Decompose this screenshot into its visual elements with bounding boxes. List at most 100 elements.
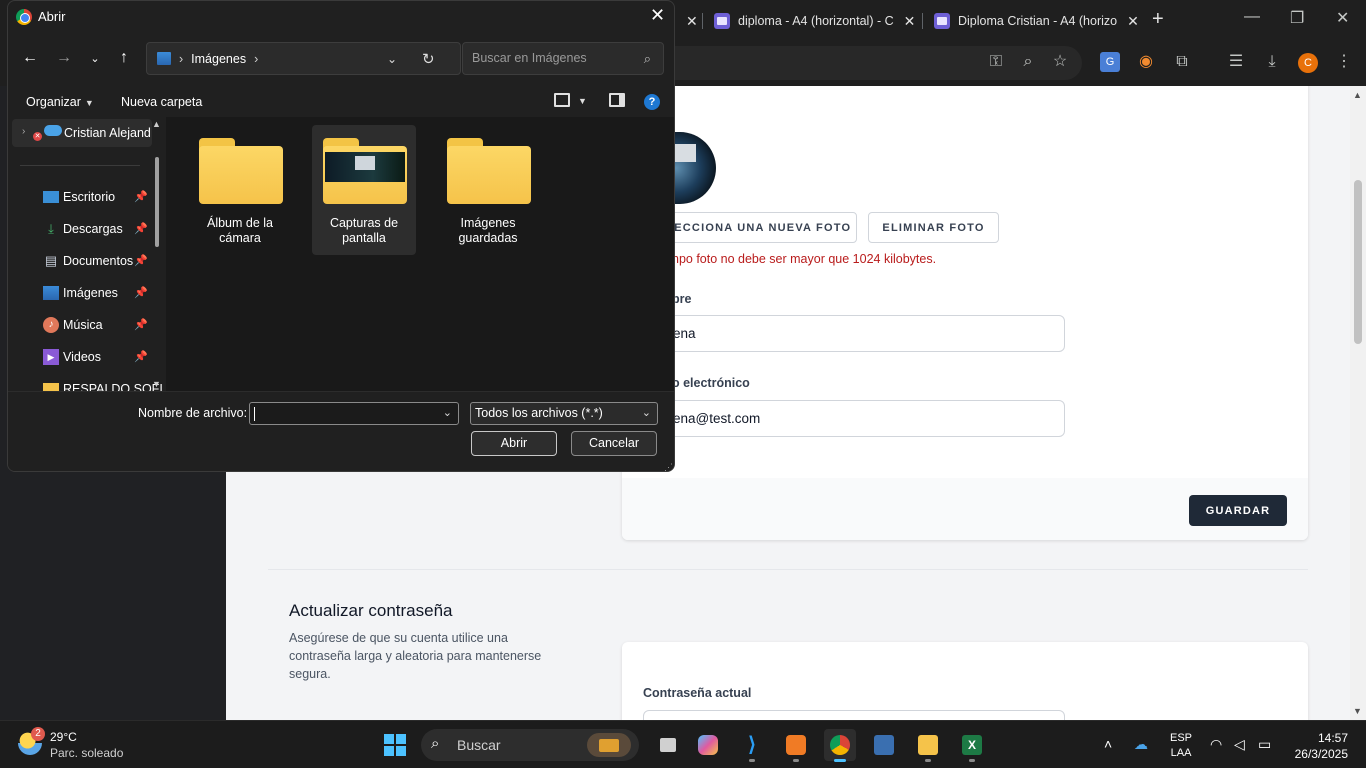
extension-icon[interactable]: ◉ (1136, 52, 1156, 72)
sidebar-item-imagenes[interactable]: Imágenes 📌 (8, 279, 158, 307)
filename-input[interactable]: ⌄ (249, 402, 459, 425)
avatar[interactable]: C (1298, 53, 1318, 73)
pin-icon[interactable]: 📌 (134, 222, 148, 235)
sidebar-item-descargas[interactable]: ⤓ Descargas 📌 (8, 215, 158, 243)
media-icon[interactable]: ☰ (1226, 52, 1246, 72)
dialog-footer: Nombre de archivo: ⌄ Todos los archivos … (8, 391, 674, 471)
language-indicator[interactable]: ESP LAA (1170, 731, 1192, 761)
pin-icon[interactable]: 📌 (134, 254, 148, 267)
tab-diploma[interactable]: diploma - A4 (horizontal) - C ✕ (714, 6, 915, 36)
scrollbar-thumb[interactable] (155, 157, 159, 247)
scroll-up-icon[interactable]: ▲ (152, 119, 161, 129)
weather-condition[interactable]: Parc. soleado (50, 746, 123, 760)
close-icon[interactable]: ✕ (904, 13, 916, 30)
file-explorer-button[interactable] (912, 729, 944, 762)
preview-pane-icon[interactable] (609, 93, 625, 107)
sidebar-item-escritorio[interactable]: Escritorio 📌 (8, 183, 158, 211)
start-button[interactable] (384, 734, 406, 756)
search-placeholder: Buscar (457, 737, 501, 753)
up-icon[interactable]: ↑ (114, 49, 134, 67)
scroll-down-icon[interactable]: ▼ (1353, 706, 1362, 716)
page-scrollbar[interactable]: ▲ ▼ (1350, 86, 1366, 720)
folder-album-camara[interactable]: Álbum de la cámara (188, 125, 292, 255)
close-icon[interactable]: ✕ (1127, 13, 1139, 30)
pin-icon[interactable]: 📌 (134, 350, 148, 363)
folder-imagenes-guardadas[interactable]: Imágenes guardadas (436, 125, 540, 255)
pin-icon[interactable]: 📌 (134, 190, 148, 203)
name-field[interactable]: ena (634, 315, 1065, 352)
key-icon[interactable]: ⚿ (986, 52, 1006, 72)
download-icon[interactable]: ⤓ (1262, 52, 1282, 72)
onedrive-icon[interactable]: ☁ (1134, 736, 1148, 753)
current-password-field[interactable] (643, 710, 1065, 720)
open-button[interactable]: Abrir (471, 431, 557, 456)
filename-label: Nombre de archivo: (138, 406, 248, 420)
back-icon[interactable]: ← (20, 49, 40, 67)
volume-icon[interactable]: ◁ (1234, 736, 1245, 753)
delete-photo-button[interactable]: ELIMINAR FOTO (868, 212, 999, 243)
new-folder-button[interactable]: Nueva carpeta (121, 95, 202, 109)
weather-temperature[interactable]: 29°C (50, 730, 77, 744)
forward-icon[interactable]: → (54, 49, 74, 67)
task-view-button[interactable] (650, 729, 682, 761)
minimize-icon[interactable]: — (1244, 8, 1260, 26)
wifi-icon[interactable]: ◠ (1210, 736, 1222, 753)
maximize-icon[interactable]: ❐ (1290, 8, 1304, 28)
organize-button[interactable]: Organizar ▼ (26, 95, 94, 109)
chevron-down-icon[interactable]: ⌄ (387, 52, 397, 66)
menu-icon[interactable]: ⋮ (1334, 52, 1354, 72)
help-icon[interactable]: ? (644, 94, 660, 110)
desktop-icon (43, 191, 59, 203)
search-placeholder: Buscar en Imágenes (472, 51, 587, 65)
chevron-down-icon[interactable]: ⌄ (443, 406, 452, 419)
copilot-button[interactable] (692, 729, 724, 761)
close-icon[interactable]: ✕ (650, 5, 665, 26)
excel-button[interactable]: X (956, 729, 988, 762)
select-photo-button[interactable]: ELECCIONA UNA NUEVA FOTO (652, 212, 857, 243)
refresh-icon[interactable]: ↻ (422, 50, 435, 68)
scroll-up-icon[interactable]: ▲ (1353, 90, 1362, 100)
chevron-down-icon[interactable]: ▼ (578, 96, 587, 106)
sidebar-item-videos[interactable]: ▶ Videos 📌 (8, 343, 158, 371)
cancel-button[interactable]: Cancelar (571, 431, 657, 456)
clock[interactable]: 14:57 26/3/2025 (1290, 730, 1348, 762)
close-icon[interactable]: ✕ (686, 13, 698, 30)
window-close-icon[interactable]: ✕ (1336, 8, 1349, 28)
photo-thumbnail (672, 144, 696, 162)
taskbar-search[interactable]: ⌕ Buscar (421, 729, 639, 761)
pin-icon[interactable]: 📌 (134, 286, 148, 299)
email-field[interactable]: ena@test.com (634, 400, 1065, 437)
search-input[interactable]: Buscar en Imágenes ⌕ (462, 42, 664, 75)
star-icon[interactable]: ☆ (1050, 52, 1070, 72)
sidebar-item-documentos[interactable]: ▤ Documentos 📌 (8, 247, 158, 275)
puzzle-icon[interactable]: ⧉ (1172, 52, 1192, 72)
chrome-button[interactable] (824, 729, 856, 762)
breadcrumb[interactable]: Imágenes (191, 52, 246, 66)
pin-icon[interactable]: 📌 (134, 318, 148, 331)
address-bar[interactable]: › Imágenes › ⌄ ↻ (146, 42, 461, 75)
translate-icon[interactable]: G (1100, 52, 1120, 72)
remote-desktop-button[interactable] (868, 729, 900, 761)
breadcrumb-chevron-icon[interactable]: › (254, 52, 258, 66)
view-icon[interactable] (554, 93, 570, 107)
tab-close-partial[interactable]: ✕ (676, 6, 698, 36)
file-type-select[interactable]: Todos los archivos (*.*) ⌄ (470, 402, 658, 425)
tab-diploma-cristian[interactable]: Diploma Cristian - A4 (horizo ✕ (934, 6, 1139, 36)
folder-capturas-pantalla[interactable]: Capturas de pantalla (312, 125, 416, 255)
zoom-icon[interactable]: ⌕ (1018, 52, 1038, 72)
scroll-down-icon[interactable]: ▼ (152, 379, 161, 389)
nav-scrollbar[interactable]: ▲ ▼ (152, 117, 162, 389)
recent-locations-icon[interactable]: ⌄ (85, 52, 105, 65)
vscode-button[interactable]: ⟩ (736, 729, 768, 762)
resize-grip-icon[interactable]: ⋰ (664, 462, 673, 471)
battery-icon[interactable]: ▭ (1258, 736, 1271, 753)
chevron-right-icon[interactable]: › (22, 126, 25, 137)
sidebar-item-respaldo[interactable]: RESPALDO SOFI (8, 375, 163, 391)
scrollbar-thumb[interactable] (1354, 180, 1362, 344)
sidebar-item-onedrive[interactable]: › ✕ Cristian Alejand (12, 119, 152, 147)
chevron-up-icon[interactable]: ˄ (1104, 736, 1112, 752)
new-tab-icon[interactable]: + (1152, 8, 1164, 31)
save-button[interactable]: GUARDAR (1189, 495, 1287, 526)
xampp-button[interactable] (780, 729, 812, 762)
sidebar-item-musica[interactable]: ♪ Música 📌 (8, 311, 158, 339)
